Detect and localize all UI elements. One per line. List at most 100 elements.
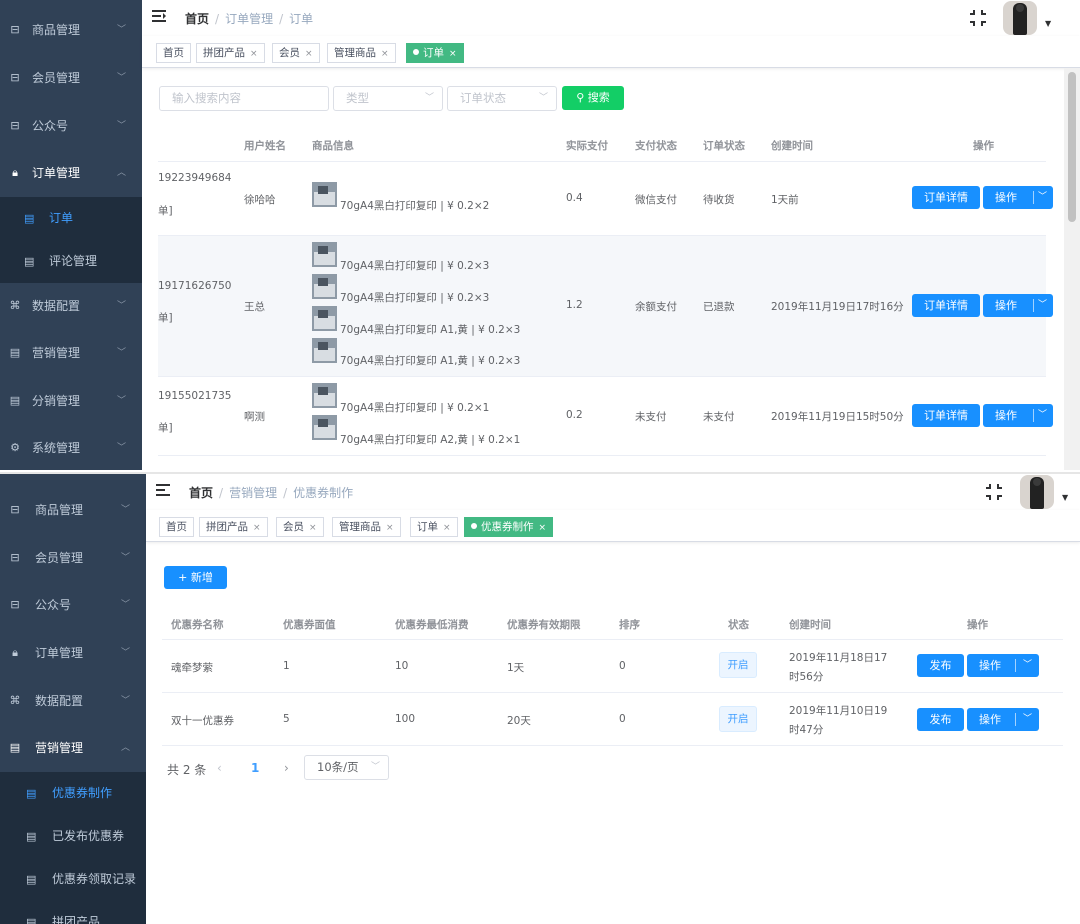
close-icon[interactable]: × <box>449 49 457 59</box>
sidebar-item-data-config[interactable]: ⌘ 数据配置 ﹀ <box>0 282 142 330</box>
close-icon[interactable]: × <box>381 49 389 59</box>
sidebar-item-label: 拼团产品 <box>52 915 101 924</box>
vertical-scrollbar[interactable] <box>1064 68 1080 470</box>
order-status-select[interactable]: 订单状态 ﹀ <box>447 86 557 111</box>
sidebar-item-label: 数据配置 <box>35 694 84 708</box>
table-header: 排序 <box>619 619 640 631</box>
add-coupon-button[interactable]: + 新增 <box>164 566 227 589</box>
doc-icon: ▤ <box>24 212 35 225</box>
order-number-suffix: 单] <box>158 422 173 434</box>
order-detail-button[interactable]: 订单详情 <box>912 404 980 427</box>
sidebar-subitem-coupon-records[interactable]: ▤ 优惠券领取记录 <box>0 858 146 901</box>
sidebar-subitem-reviews[interactable]: ▤ 评论管理 <box>0 240 142 283</box>
order-detail-button[interactable]: 订单详情 <box>912 186 980 209</box>
page-size-select[interactable]: 10条/页 ﹀ <box>304 755 389 780</box>
close-icon[interactable]: × <box>250 49 258 59</box>
sidebar-subitem-coupon-create[interactable]: ▤ 优惠券制作 <box>0 772 146 815</box>
sidebar-item-label: 数据配置 <box>32 299 81 313</box>
tag-group-products[interactable]: 拼团产品 × <box>196 43 265 63</box>
tag-members[interactable]: 会员 × <box>276 517 324 537</box>
sidebar-item-products[interactable]: ⊟ 商品管理 ﹀ <box>0 486 146 534</box>
prev-page-icon[interactable]: ‹ <box>217 761 222 775</box>
breadcrumb-item[interactable]: 营销管理 <box>229 486 277 500</box>
search-input[interactable]: 输入搜索内容 <box>159 86 329 111</box>
coupon-value: 5 <box>283 713 290 725</box>
page-number[interactable]: 1 <box>251 761 259 775</box>
breadcrumb-home[interactable]: 首页 <box>185 12 209 26</box>
order-detail-button[interactable]: 订单详情 <box>912 294 980 317</box>
order-status: 已退款 <box>703 301 735 313</box>
action-dropdown-button[interactable]: 操作 ﹀ <box>983 294 1053 317</box>
product-thumbnail <box>312 242 337 267</box>
box-icon: ⊟ <box>10 503 20 516</box>
publish-button[interactable]: 发布 <box>917 708 964 731</box>
sidebar-item-marketing[interactable]: ▤ 营销管理 ﹀ <box>0 329 142 377</box>
tag-coupon-create[interactable]: 优惠券制作 × <box>464 517 554 537</box>
close-icon[interactable]: × <box>309 523 317 533</box>
sidebar-item-official-account[interactable]: ⊟ 公众号 ﹀ <box>0 581 146 629</box>
close-icon[interactable]: × <box>305 49 313 59</box>
product-thumbnail <box>312 182 337 207</box>
chevron-down-icon: ﹀ <box>120 600 130 610</box>
search-button[interactable]: ⚲ 搜索 <box>562 86 624 110</box>
sidebar: ⊟ 商品管理 ﹀ ⊟ 会员管理 ﹀ ⊟ 公众号 ﹀ 🔒︎ 订单管理 ﹀ ⌘ 数据… <box>0 474 146 924</box>
close-icon[interactable]: × <box>539 523 547 533</box>
sidebar-subitem-group-products[interactable]: ▤ 拼团产品 <box>0 901 146 924</box>
action-dropdown-button[interactable]: 操作 ﹀ <box>983 404 1053 427</box>
user-name: 啊测 <box>244 411 265 423</box>
sidebar-item-order-management[interactable]: 🔒︎ 订单管理 ﹀ <box>0 629 146 677</box>
sidebar-subitem-published-coupons[interactable]: ▤ 已发布优惠券 <box>0 815 146 858</box>
avatar[interactable] <box>1003 1 1037 35</box>
sidebar-item-distribution[interactable]: ▤ 分销管理 ﹀ <box>0 377 142 425</box>
tag-group-products[interactable]: 拼团产品 × <box>199 517 268 537</box>
avatar[interactable] <box>1020 475 1054 509</box>
sidebar-subitem-orders[interactable]: ▤ 订单 <box>0 197 142 240</box>
box-icon: ⊟ <box>10 598 20 611</box>
tag-manage-products[interactable]: 管理商品 × <box>332 517 401 537</box>
status-badge: 开启 <box>719 652 757 678</box>
sidebar-item-members[interactable]: ⊟ 会员管理 ﹀ <box>0 534 146 582</box>
chevron-down-icon: ﹀ <box>424 93 434 103</box>
type-select[interactable]: 类型 ﹀ <box>333 86 443 111</box>
caret-down-icon[interactable]: ▼ <box>1045 19 1051 28</box>
tag-members[interactable]: 会员 × <box>272 43 320 63</box>
order-number: 19155021735 <box>158 390 232 402</box>
sidebar-item-label: 订单管理 <box>32 166 81 180</box>
fullscreen-icon[interactable] <box>986 484 1002 500</box>
action-dropdown-button[interactable]: 操作 ﹀ <box>967 654 1039 677</box>
order-number: 19171626750 <box>158 280 232 292</box>
sidebar-item-members[interactable]: ⊟ 会员管理 ﹀ <box>0 54 142 102</box>
sidebar-item-marketing[interactable]: ▤ 营销管理 ︿ <box>0 724 146 772</box>
action-dropdown-button[interactable]: 操作 ﹀ <box>967 708 1039 731</box>
product-info: 70gA4黑白打印复印 | ¥ 0.2×2 <box>340 200 490 212</box>
sidebar: ⊟ 商品管理 ﹀ ⊟ 会员管理 ﹀ ⊟ 公众号 ﹀ 🔒︎ 订单管理 ︿ ▤ 订单… <box>0 0 142 470</box>
next-page-icon[interactable]: › <box>284 761 289 775</box>
tag-home[interactable]: 首页 <box>156 43 191 63</box>
tag-orders[interactable]: 订单 × <box>406 43 464 63</box>
sidebar-item-order-management[interactable]: 🔒︎ 订单管理 ︿ <box>0 149 142 197</box>
sidebar-item-products[interactable]: ⊟ 商品管理 ﹀ <box>0 6 142 54</box>
product-info: 70gA4黑白打印复印 | ¥ 0.2×3 <box>340 260 490 272</box>
caret-down-icon[interactable]: ▼ <box>1062 493 1068 502</box>
coupon-value: 1 <box>283 660 290 672</box>
sidebar-item-label: 优惠券制作 <box>52 786 113 800</box>
product-info: 70gA4黑白打印复印 A1,黄 | ¥ 0.2×3 <box>340 355 521 367</box>
coupon-sort: 0 <box>619 713 626 725</box>
tag-orders[interactable]: 订单 × <box>410 517 458 537</box>
hamburger-icon[interactable] <box>152 10 166 22</box>
close-icon[interactable]: × <box>253 523 261 533</box>
sidebar-item-label: 订单管理 <box>35 646 84 660</box>
close-icon[interactable]: × <box>443 523 451 533</box>
sidebar-item-data-config[interactable]: ⌘ 数据配置 ﹀ <box>0 677 146 725</box>
publish-button[interactable]: 发布 <box>917 654 964 677</box>
breadcrumb-item[interactable]: 订单管理 <box>225 12 273 26</box>
tag-manage-products[interactable]: 管理商品 × <box>327 43 396 63</box>
fullscreen-icon[interactable] <box>970 10 986 26</box>
tag-home[interactable]: 首页 <box>159 517 194 537</box>
close-icon[interactable]: × <box>386 523 394 533</box>
sidebar-item-official-account[interactable]: ⊟ 公众号 ﹀ <box>0 102 142 150</box>
breadcrumb-home[interactable]: 首页 <box>189 486 213 500</box>
action-dropdown-button[interactable]: 操作 ﹀ <box>983 186 1053 209</box>
sidebar-item-system[interactable]: ⚙ 系统管理 ﹀ <box>0 424 142 470</box>
hamburger-icon[interactable] <box>156 484 170 496</box>
